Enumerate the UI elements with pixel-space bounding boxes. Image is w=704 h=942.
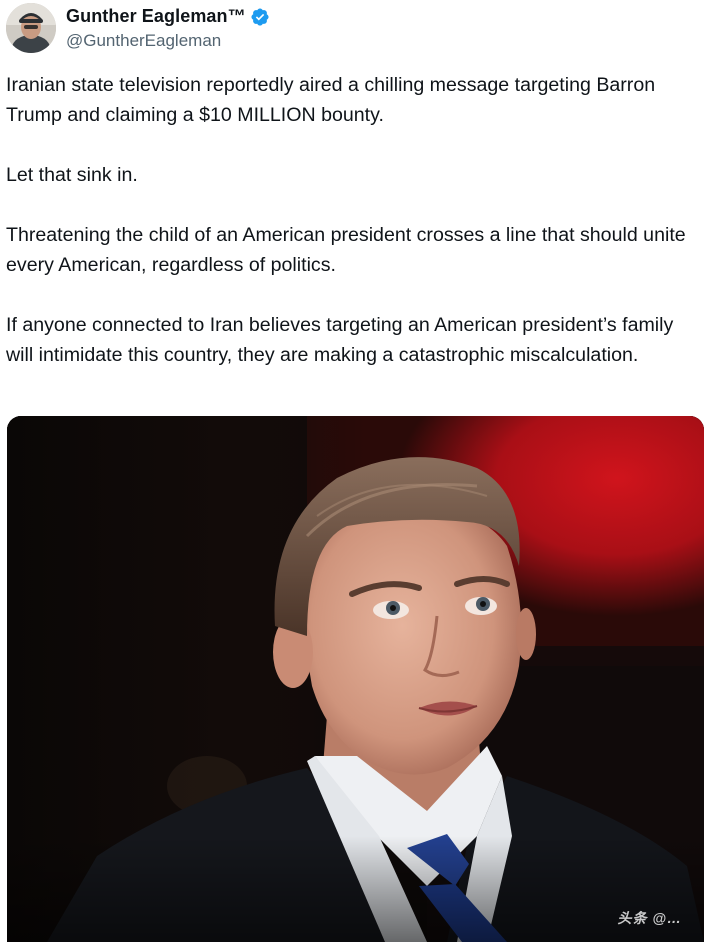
tweet-header: Gunther Eagleman™ @GuntherEagleman [6,2,270,54]
tweet-paragraph-2: Let that sink in. [6,164,138,186]
tweet-card: Gunther Eagleman™ @GuntherEagleman Irani… [0,0,704,942]
tweet-paragraph-1: Iranian state television reportedly aire… [6,74,656,126]
portrait-image [7,416,704,942]
author-display-name[interactable]: Gunther Eagleman™ [66,6,246,27]
tweet-text: Iranian state television reportedly aire… [6,70,701,400]
profile-photo-icon [6,3,56,53]
verified-badge-icon [250,7,270,27]
author-handle[interactable]: @GuntherEagleman [66,29,270,53]
tweet-photo[interactable]: 头条 @… [7,416,704,942]
tweet-paragraph-4: If anyone connected to Iran believes tar… [6,314,674,366]
photo-watermark: 头条 @… [617,910,682,926]
author-names: Gunther Eagleman™ @GuntherEagleman [66,4,270,53]
tweet-paragraph-3: Threatening the child of an American pre… [6,224,686,276]
avatar[interactable] [6,3,56,53]
name-row: Gunther Eagleman™ [66,4,270,30]
